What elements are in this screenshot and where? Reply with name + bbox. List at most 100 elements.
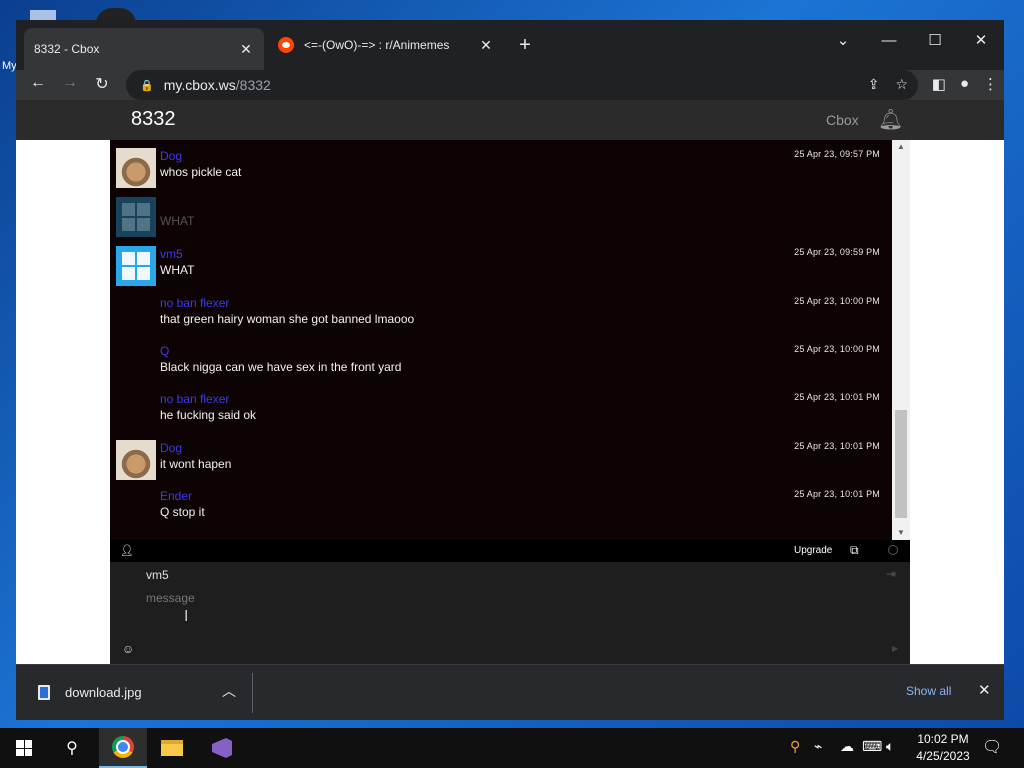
dog-avatar[interactable]	[116, 148, 156, 188]
tab-close-icon[interactable]: ✕	[238, 41, 254, 58]
status-circle-icon[interactable]	[888, 545, 898, 555]
message-time: 25 Apr 23, 10:00 PM	[794, 296, 880, 306]
message-text: that green hairy woman she got banned lm…	[160, 312, 415, 326]
windows-logo-icon	[122, 203, 150, 231]
bookmark-star-icon[interactable]: ☆	[895, 76, 908, 93]
tab-reddit[interactable]: <=-(OwO)-=> : r/Animemes ✕	[268, 28, 504, 62]
taskbar-clock[interactable]: 10:02 PM 4/25/2023	[912, 731, 974, 765]
chat-message: Ender Q stop it 25 Apr 23, 10:01 PM	[116, 488, 886, 532]
chat-message: vm5 WHAT 25 Apr 23, 09:59 PM	[116, 246, 886, 290]
tab-search-button[interactable]: ⌄	[820, 26, 866, 56]
page-title: 8332	[131, 108, 176, 130]
chevron-up-icon[interactable]: ︿	[222, 681, 236, 701]
search-icon: ⚲	[66, 740, 78, 757]
tab-close-icon[interactable]: ✕	[478, 37, 494, 54]
address-bar[interactable]: 🔒 my.cbox.ws/8332 ⇪ ☆	[126, 70, 918, 100]
new-tab-button[interactable]: +	[514, 34, 536, 57]
menu-kebab-icon[interactable]: ⋮	[983, 75, 998, 93]
upgrade-link[interactable]: Upgrade	[794, 545, 832, 556]
emoji-icon[interactable]: ☺	[122, 642, 134, 656]
message-input[interactable]	[146, 588, 866, 608]
chat-message: no ban flexer that green hairy woman she…	[116, 295, 886, 339]
login-icon[interactable]: ⇥	[886, 567, 896, 581]
chat-scrollbar[interactable]: ▲ ▼	[892, 140, 910, 540]
message-text: it wont hapen	[160, 457, 232, 471]
tab-strip: 8332 - Cbox ✕ <=-(OwO)-=> : r/Animemes ✕…	[16, 20, 1004, 70]
message-text: he fucking said ok	[160, 408, 257, 422]
divider	[252, 673, 253, 713]
notification-icon[interactable]: 🗨︎	[982, 737, 1002, 757]
scroll-up-icon[interactable]: ▲	[892, 140, 910, 154]
reload-button[interactable]: ↻	[86, 74, 118, 94]
message-author[interactable]: no ban flexer	[160, 392, 229, 406]
message-text: Black nigga can we have sex in the front…	[160, 360, 402, 374]
compose-area: vm5 ⇥ I ☺ ▶	[110, 562, 910, 664]
clock-date: 4/25/2023	[916, 749, 970, 763]
chrome-window: 8332 - Cbox ✕ <=-(OwO)-=> : r/Animemes ✕…	[16, 20, 1004, 720]
network-icon[interactable]: ⌁	[814, 738, 822, 755]
page-content: 8332 Cbox 🔔︎ Dog whos pickle cat 25 Apr …	[16, 100, 1004, 664]
message-text: Q stop it	[160, 505, 205, 519]
dog-avatar[interactable]	[116, 440, 156, 480]
forward-button[interactable]: →	[54, 74, 86, 92]
popout-icon[interactable]: ⧉	[850, 543, 859, 558]
message-author[interactable]: vm5	[160, 247, 183, 261]
windows-avatar[interactable]	[116, 197, 156, 237]
cbox-brand-link[interactable]: Cbox	[826, 112, 859, 128]
chat-control-bar: 👤︎ Upgrade ⧉	[110, 540, 910, 562]
send-arrow-icon[interactable]: ▶	[892, 644, 898, 653]
message-text: WHAT	[160, 214, 195, 228]
download-item[interactable]: download.jpg	[65, 685, 142, 700]
taskbar-chrome[interactable]	[99, 728, 147, 768]
scroll-down-icon[interactable]: ▼	[892, 526, 910, 540]
chat-message: Dog whos pickle cat 25 Apr 23, 09:57 PM	[116, 148, 886, 192]
start-button[interactable]	[0, 728, 48, 768]
scrollbar-thumb[interactable]	[895, 410, 907, 518]
text-cursor-icon: I	[184, 608, 189, 625]
show-all-link[interactable]: Show all	[906, 684, 951, 698]
user-icon[interactable]: 👤︎	[120, 544, 134, 557]
minimize-button[interactable]: —	[866, 26, 912, 56]
tab-title: <=-(OwO)-=> : r/Animemes	[304, 38, 450, 52]
message-list: Dog whos pickle cat 25 Apr 23, 09:57 PM …	[110, 140, 892, 540]
message-author[interactable]: Dog	[160, 149, 182, 163]
chrome-icon	[112, 736, 134, 758]
tab-cbox[interactable]: 8332 - Cbox ✕	[24, 28, 264, 70]
message-author[interactable]: no ban flexer	[160, 296, 229, 310]
bell-icon[interactable]: 🔔︎	[878, 107, 903, 132]
message-time: 25 Apr 23, 10:00 PM	[794, 344, 880, 354]
taskbar-visual-studio[interactable]	[198, 728, 246, 768]
url-path: /8332	[235, 77, 271, 93]
username-field[interactable]: vm5	[146, 568, 169, 582]
close-window-button[interactable]: ✕	[958, 26, 1004, 56]
message-author[interactable]: Ender	[160, 489, 192, 503]
message-author[interactable]: Q	[160, 344, 169, 358]
profile-icon[interactable]: ●	[960, 75, 969, 93]
windows-avatar[interactable]	[116, 246, 156, 286]
tab-title: 8332 - Cbox	[34, 42, 100, 56]
chat-message: Q Black nigga can we have sex in the fro…	[116, 343, 886, 387]
chat-message: WHAT	[116, 197, 886, 241]
search-button[interactable]: ⚲	[48, 728, 96, 768]
windows-start-icon	[16, 740, 32, 756]
message-time: 25 Apr 23, 09:59 PM	[794, 247, 880, 257]
folder-icon	[161, 740, 183, 756]
chat-frame: Dog whos pickle cat 25 Apr 23, 09:57 PM …	[110, 140, 910, 664]
maximize-button[interactable]: ☐	[912, 26, 958, 56]
side-panel-icon[interactable]: ◧	[932, 75, 946, 93]
url-host: my.cbox.ws	[163, 77, 236, 93]
back-button[interactable]: ←	[22, 74, 54, 92]
keyboard-icon[interactable]: ⌨	[862, 738, 882, 755]
onedrive-icon[interactable]: ☁	[840, 738, 854, 755]
close-download-bar-icon[interactable]: ✕	[978, 681, 991, 699]
message-time: 25 Apr 23, 09:57 PM	[794, 149, 880, 159]
share-icon[interactable]: ⇪	[868, 76, 880, 93]
volume-icon[interactable]: 🔈︎	[886, 738, 894, 755]
lock-icon[interactable]: 🔒	[140, 79, 154, 92]
message-author[interactable]: Dog	[160, 441, 182, 455]
chat-message: Dog it wont hapen 25 Apr 23, 10:01 PM	[116, 440, 886, 484]
download-bar: download.jpg ︿ Show all ✕	[16, 664, 1004, 720]
taskbar-file-explorer[interactable]	[148, 728, 196, 768]
visual-studio-icon	[212, 738, 232, 758]
tray-app-icon[interactable]: ⚲	[790, 738, 800, 755]
